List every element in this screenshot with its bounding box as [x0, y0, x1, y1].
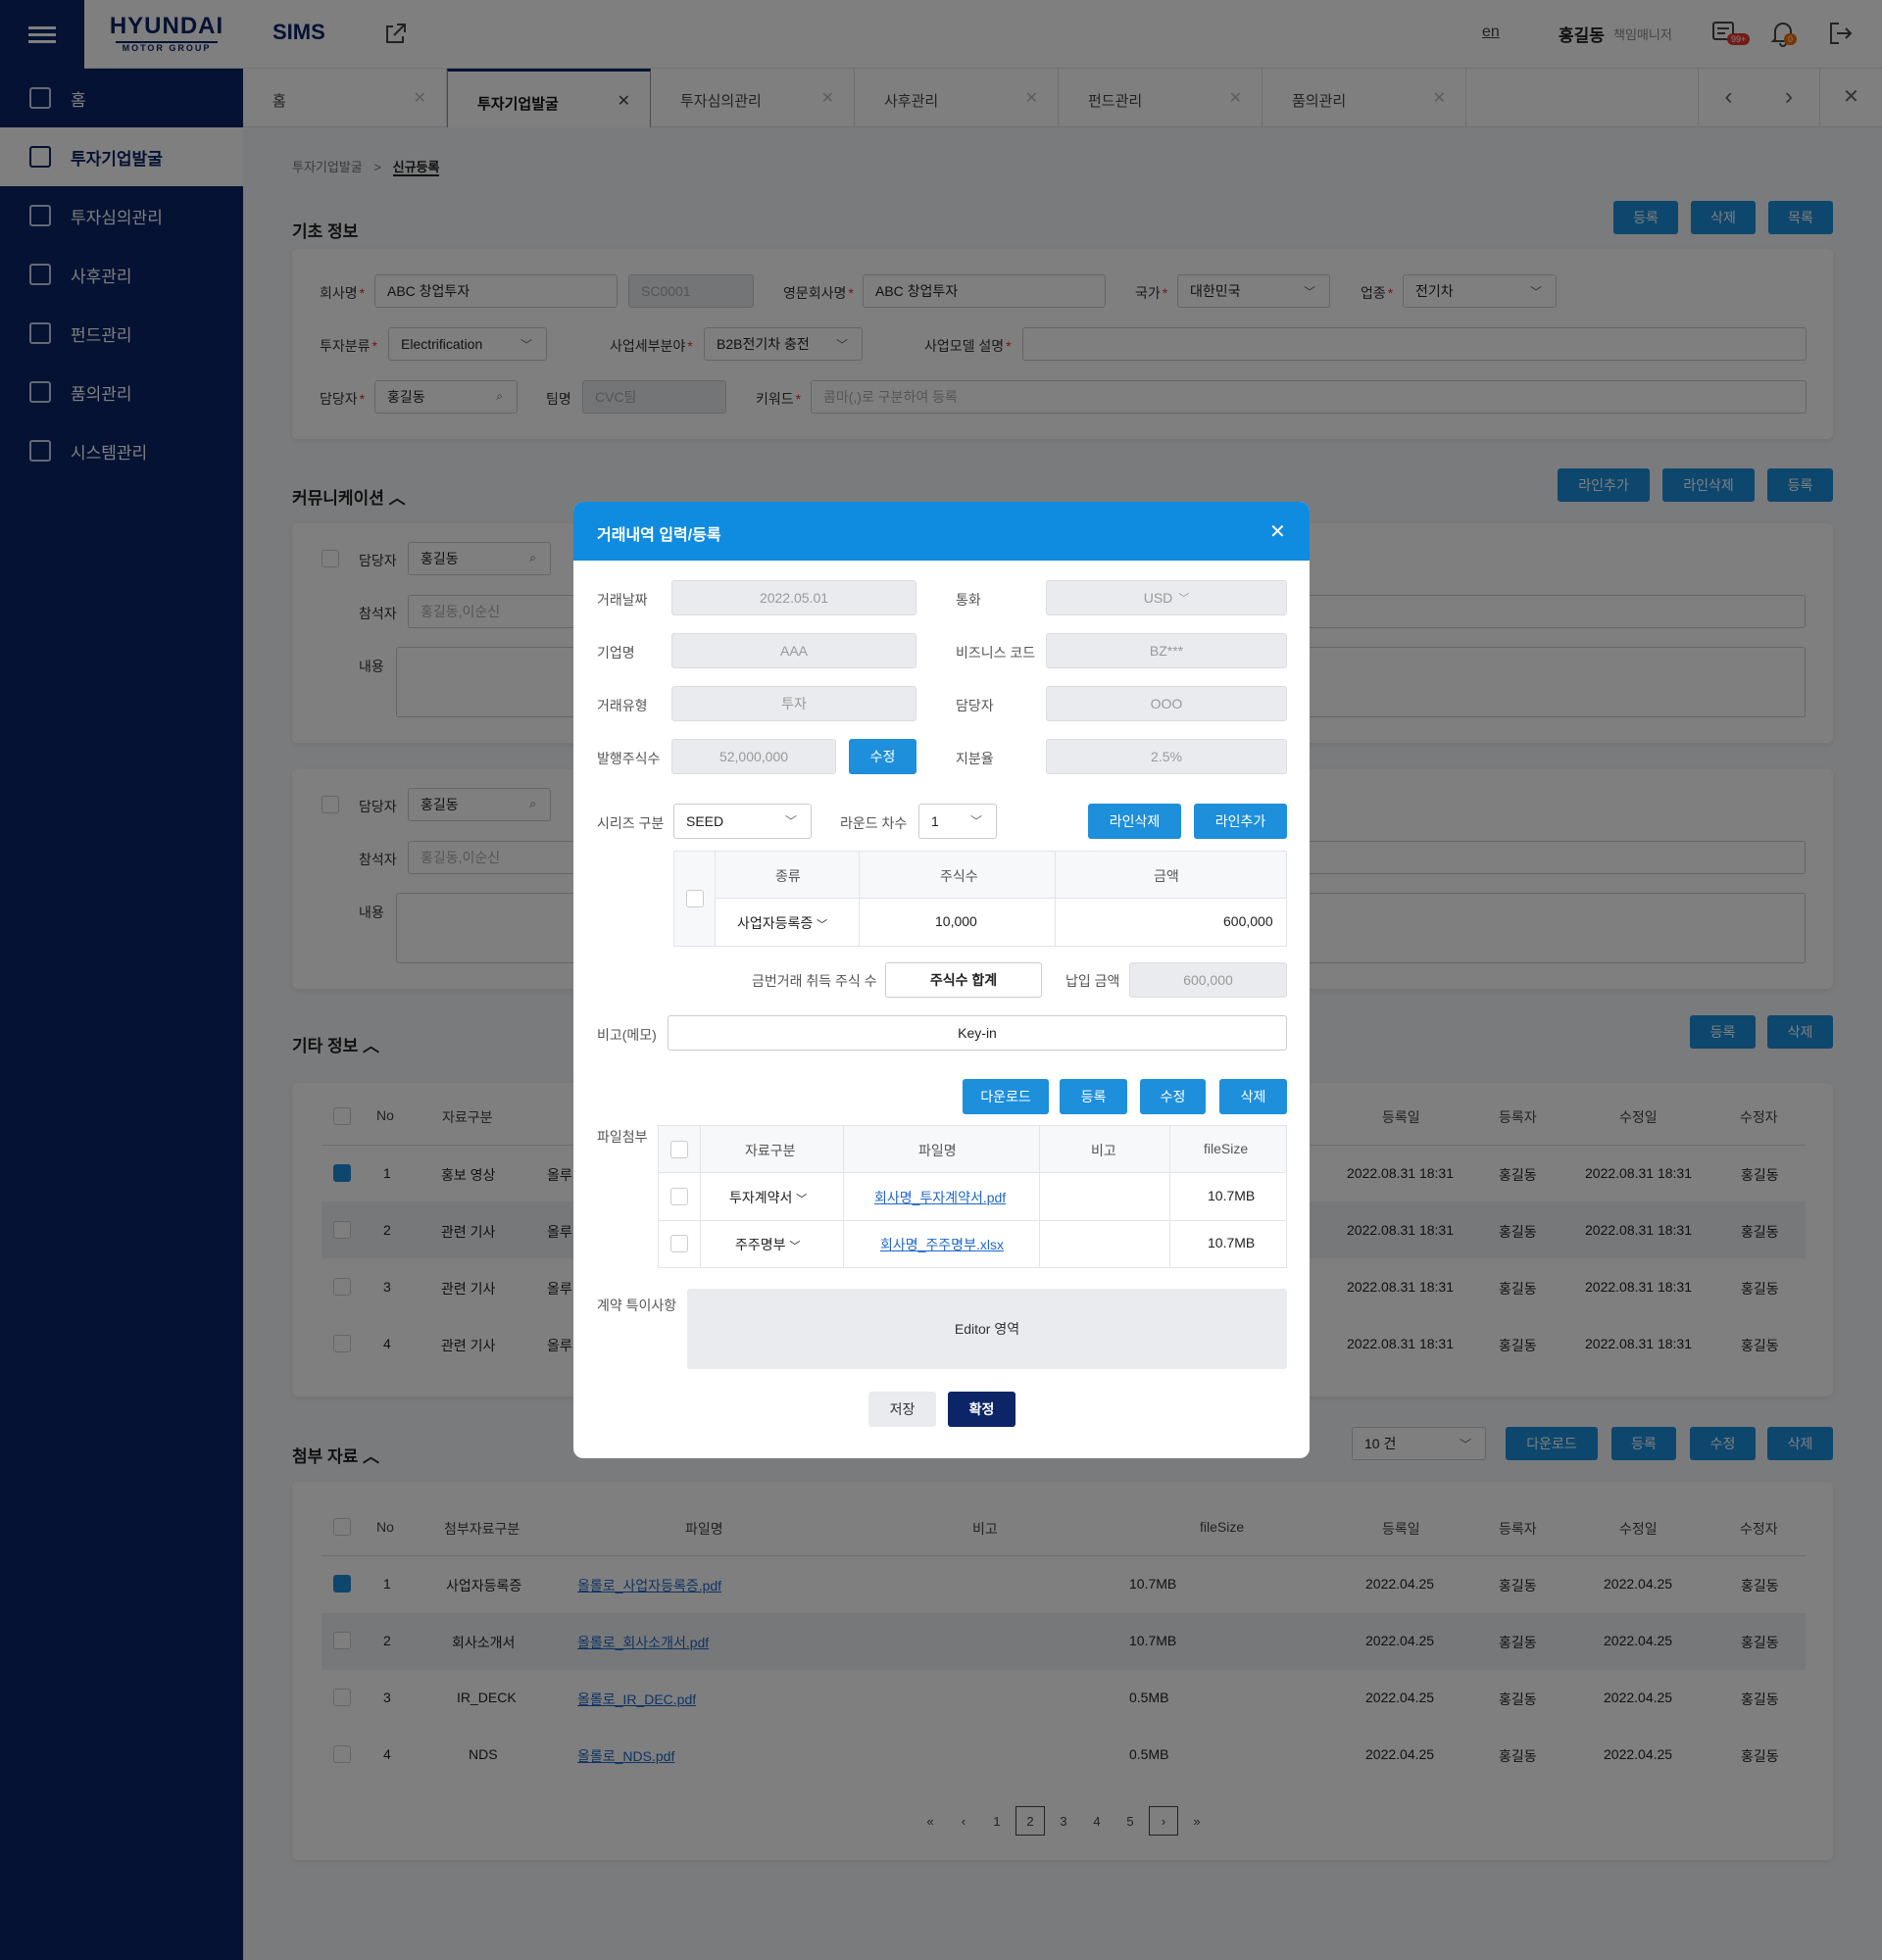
- transaction-modal: 거래내역 입력/등록 ✕ 거래날짜 2022.05.01 통화 USD ﹀ 기업명…: [573, 502, 1310, 1458]
- modal-close-button[interactable]: ✕: [1269, 519, 1286, 544]
- divider: [859, 852, 860, 946]
- round-label: 라운드 차수: [840, 815, 908, 831]
- divider: [1169, 1126, 1170, 1267]
- ratio-input[interactable]: 2.5%: [1046, 739, 1287, 774]
- ratio-label: 지분율: [956, 751, 994, 766]
- shares-input[interactable]: 52,000,000: [671, 739, 836, 774]
- col-file-name: 파일명: [918, 1143, 957, 1158]
- date-input[interactable]: 2022.05.01: [671, 580, 916, 615]
- kind-select[interactable]: 사업자등록증 ﹀: [737, 913, 827, 933]
- paid-amount-input[interactable]: 600,000: [1129, 962, 1287, 998]
- close-icon: ✕: [1269, 521, 1286, 543]
- company-label: 기업명: [597, 645, 635, 661]
- file-delete-button[interactable]: 삭제: [1219, 1079, 1287, 1114]
- type-label: 거래유형: [597, 698, 648, 713]
- amount-cell[interactable]: 600,000: [1223, 913, 1273, 929]
- col-file-size: fileSize: [1204, 1141, 1249, 1156]
- acquired-shares-input[interactable]: 주식수 합계: [885, 962, 1042, 998]
- special-terms-label: 계약 특이사항: [597, 1298, 677, 1313]
- line-add-button[interactable]: 라인추가: [1194, 804, 1287, 839]
- divider: [843, 1126, 844, 1267]
- file-attach-label: 파일첨부: [597, 1129, 648, 1145]
- row-checkbox[interactable]: [670, 1235, 688, 1252]
- acquired-shares-label: 금번거래 취득 주식 수: [752, 973, 877, 989]
- file-table: 자료구분 파일명 비고 fileSize 투자계약서 ﹀ 회사명_투자계약서.p…: [658, 1125, 1287, 1268]
- shares-cell[interactable]: 10,000: [935, 913, 977, 929]
- chevron-down-icon: ﹀: [1178, 593, 1190, 605]
- select-all-checkbox[interactable]: [670, 1141, 688, 1158]
- company-input[interactable]: AAA: [671, 633, 916, 668]
- editor-area[interactable]: Editor 영역: [687, 1289, 1287, 1369]
- chevron-down-icon: ﹀: [789, 1241, 801, 1252]
- file-link[interactable]: 회사명_투자계약서.pdf: [874, 1188, 1006, 1207]
- memo-input[interactable]: Key-in: [668, 1015, 1287, 1051]
- shares-label: 발행주식수: [597, 751, 661, 766]
- date-label: 거래날짜: [597, 592, 648, 608]
- type-input[interactable]: 투자: [671, 686, 916, 721]
- chevron-down-icon: ﹀: [796, 1194, 808, 1205]
- bizcode-input[interactable]: BZ***: [1046, 633, 1287, 668]
- bizcode-label: 비즈니스 코드: [956, 645, 1036, 661]
- manager-label: 담당자: [956, 698, 994, 713]
- paid-amount-label: 납입 금액: [1065, 973, 1120, 989]
- chevron-down-icon: ﹀: [969, 814, 982, 828]
- series-select[interactable]: SEED ﹀: [673, 804, 812, 839]
- col-file-type: 자료구분: [745, 1143, 796, 1158]
- divider: [1055, 852, 1056, 946]
- currency-label: 통화: [956, 592, 981, 608]
- currency-select[interactable]: USD ﹀: [1046, 580, 1287, 615]
- save-button[interactable]: 저장: [868, 1392, 936, 1427]
- modal-title: 거래내역 입력/등록: [597, 527, 721, 544]
- file-link[interactable]: 회사명_주주명부.xlsx: [880, 1235, 1004, 1254]
- chevron-down-icon: ﹀: [817, 919, 828, 931]
- share-table-header: [716, 852, 1286, 899]
- col-shares: 주식수: [940, 868, 978, 884]
- col-note: 비고: [1091, 1143, 1116, 1158]
- file-download-button[interactable]: 다운로드: [963, 1079, 1049, 1114]
- col-amount: 금액: [1154, 868, 1179, 884]
- row-checkbox[interactable]: [670, 1188, 688, 1205]
- series-label: 시리즈 구분: [597, 815, 665, 831]
- confirm-button[interactable]: 확정: [948, 1392, 1015, 1427]
- file-size: 10.7MB: [1208, 1188, 1256, 1203]
- round-select[interactable]: 1 ﹀: [918, 804, 997, 839]
- shares-edit-button[interactable]: 수정: [849, 739, 916, 774]
- file-edit-button[interactable]: 수정: [1140, 1079, 1206, 1114]
- file-size: 10.7MB: [1208, 1235, 1256, 1250]
- file-type-select[interactable]: 주주명부 ﹀: [735, 1235, 800, 1254]
- share-table: 종류 주식수 금액 사업자등록증 ﹀ 10,000 600,000: [673, 851, 1287, 947]
- divider: [700, 1126, 701, 1267]
- file-register-button[interactable]: 등록: [1060, 1079, 1127, 1114]
- file-type-select[interactable]: 투자계약서 ﹀: [729, 1188, 807, 1207]
- line-delete-button[interactable]: 라인삭제: [1088, 804, 1181, 839]
- divider: [1039, 1126, 1040, 1267]
- divider: [659, 1220, 1286, 1221]
- col-kind: 종류: [775, 868, 801, 884]
- memo-label: 비고(메모): [597, 1027, 657, 1043]
- manager-input[interactable]: OOO: [1046, 686, 1287, 721]
- chevron-down-icon: ﹀: [784, 814, 797, 828]
- row-checkbox[interactable]: [686, 890, 704, 907]
